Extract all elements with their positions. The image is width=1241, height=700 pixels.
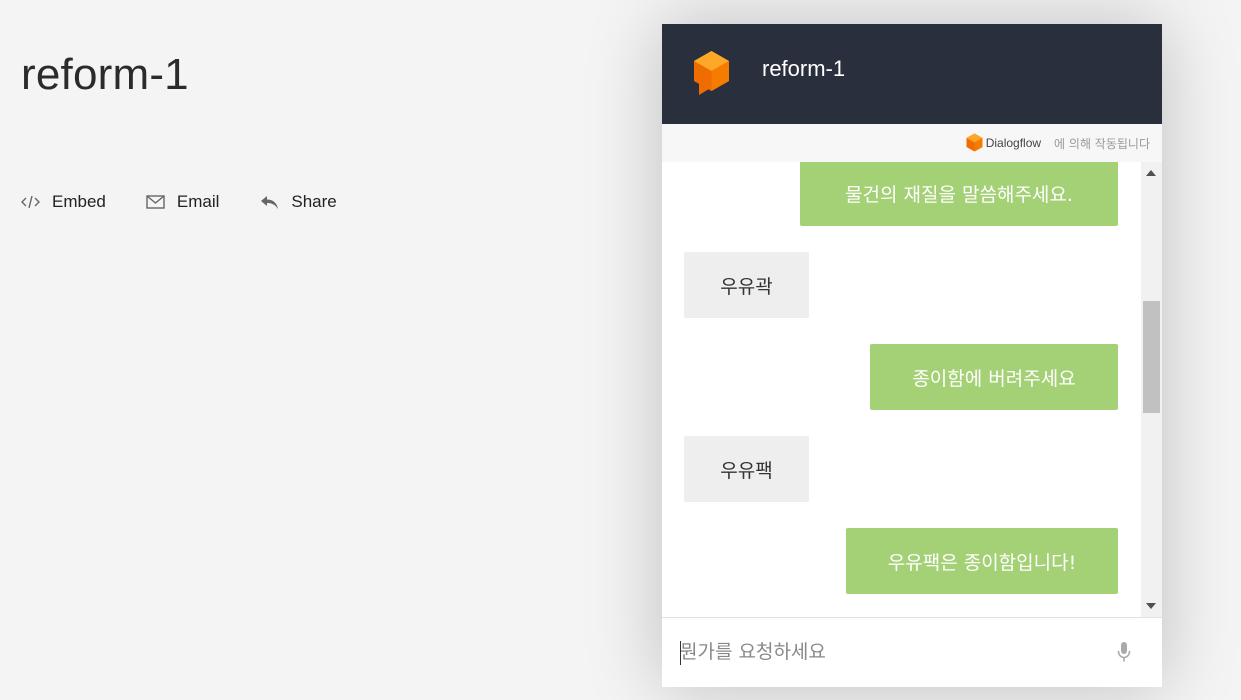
user-message: 우유팩	[684, 436, 809, 502]
scroll-thumb[interactable]	[1143, 301, 1160, 413]
user-message: 우유곽	[684, 252, 809, 318]
powered-by-text: 에 의해 작동됩니다	[1054, 136, 1150, 151]
bot-message: 우유팩은 종이함입니다!	[846, 528, 1118, 594]
microphone-icon[interactable]	[1117, 641, 1131, 667]
reply-icon	[259, 194, 279, 210]
mail-icon	[146, 195, 165, 209]
share-button[interactable]: Share	[259, 192, 337, 212]
powered-by: Dialogflow 에 의해 작동됩니다	[662, 124, 1162, 162]
chat-input-bar	[662, 617, 1162, 687]
action-bar: Embed Email Share	[21, 192, 337, 212]
chat-scrollbar[interactable]	[1141, 162, 1162, 617]
email-label: Email	[176, 192, 220, 211]
dialogflow-logo-icon	[693, 50, 730, 100]
message-input[interactable]	[680, 636, 1100, 668]
email-button[interactable]: Email	[146, 192, 220, 212]
text-cursor	[680, 641, 681, 665]
page-title: reform-1	[21, 50, 189, 99]
bot-message: 종이함에 버려주세요	[870, 344, 1118, 410]
scroll-up-arrow-icon[interactable]	[1146, 170, 1156, 176]
chat-widget: reform-1 Dialogflow 에 의해 작동됩니다 물건의 재질을 말…	[662, 24, 1162, 687]
embed-label: Embed	[52, 192, 106, 211]
chat-log[interactable]: 물건의 재질을 말씀해주세요. 우유곽 종이함에 버려주세요 우유팩 우유팩은 …	[662, 162, 1141, 617]
chat-title: reform-1	[762, 56, 846, 81]
code-icon	[21, 195, 40, 209]
dialogflow-brand[interactable]: Dialogflow	[986, 136, 1041, 150]
bot-message: 물건의 재질을 말씀해주세요.	[800, 162, 1118, 226]
scroll-down-arrow-icon[interactable]	[1146, 603, 1156, 609]
chat-header: reform-1	[662, 24, 1162, 124]
embed-button[interactable]: Embed	[21, 192, 106, 212]
dialogflow-icon	[966, 133, 983, 153]
share-label: Share	[291, 192, 337, 211]
